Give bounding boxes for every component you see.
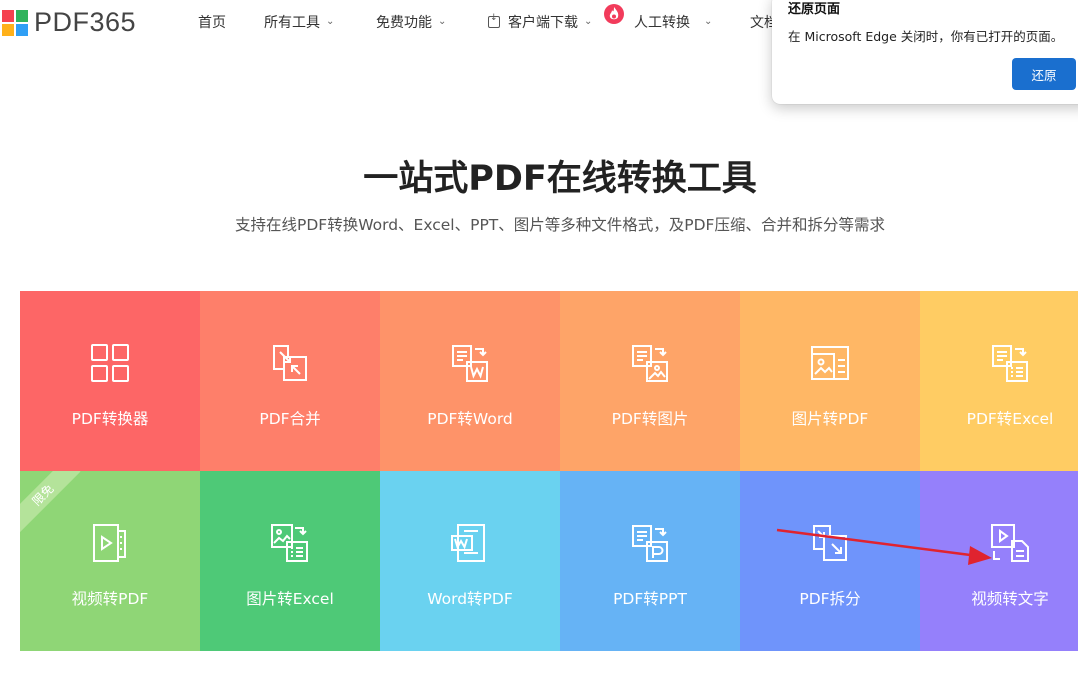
word-to-pdf-icon [451,524,485,562]
restore-button[interactable]: 还原 [1012,58,1076,90]
pdf-to-excel-icon [992,345,1028,382]
tool-label: 图片转PDF [791,410,869,428]
tool-label: 视频转PDF [71,590,149,608]
tool-label: PDF拆分 [799,590,861,608]
nav-all-tools-label: 所有工具 [264,15,320,31]
logo-square [2,23,14,36]
tool-tile-pdf-split[interactable]: PDF拆分 [740,471,920,651]
tool-tile-image-to-pdf[interactable]: 图片转PDF [740,291,920,471]
popup-message: 在 Microsoft Edge 关闭时，你有已打开的页面。 [788,29,1064,44]
logo-square [16,23,28,36]
tool-label: PDF合并 [259,410,321,428]
page-subtitle: 支持在线PDF转换Word、Excel、PPT、图片等多种文件格式，及PDF压缩… [235,216,885,234]
tool-label: PDF转换器 [71,410,149,428]
page-title: 一站式PDF在线转换工具 [363,159,757,199]
chevron-down-icon: ⌄ [438,15,447,27]
video-to-text-icon [991,524,1029,562]
merge-icon [273,345,307,381]
chevron-down-icon: ⌄ [326,15,335,27]
logo-square [2,9,14,22]
logo-square [16,9,28,22]
logo-mark-icon [2,9,28,36]
tool-tile-pdf-to-word[interactable]: PDF转Word [380,291,560,471]
tool-label: PDF转Word [427,410,513,428]
free-badge: 限免 [20,471,81,533]
nav-manual-convert[interactable]: 人工转换 ⌄ [634,12,712,32]
tool-tile-pdf-to-excel[interactable]: PDF转Excel [920,291,1078,471]
tool-grid: PDF转换器 PDF合并 PDF转Word PDF转图片 图片转PDF PDF转… [20,291,1078,651]
popup-title: 还原页面 [788,2,841,17]
nav-home-label: 首页 [198,15,226,31]
tool-tile-word-to-pdf[interactable]: Word转PDF [380,471,560,651]
nav-all-tools[interactable]: 所有工具 ⌄ [264,12,334,32]
pdf-split-icon [813,525,847,561]
tool-label: PDF转图片 [611,410,689,428]
nav-free-features[interactable]: 免费功能 ⌄ [376,12,446,32]
chevron-down-icon: ⌄ [704,15,713,27]
pdf-to-word-icon [452,345,488,382]
tool-label: Word转PDF [427,590,513,608]
nav-client-download-label: 客户端下载 [508,15,578,31]
chevron-down-icon: ⌄ [584,15,593,27]
tool-label: 图片转Excel [246,590,334,608]
image-to-excel-icon [271,524,308,562]
site-logo[interactable]: PDF365 [2,7,136,38]
grid-icon [91,344,129,382]
tool-tile-pdf-converter[interactable]: PDF转换器 [20,291,200,471]
tool-tile-pdf-merge[interactable]: PDF合并 [200,291,380,471]
logo-text: PDF365 [34,7,137,37]
tool-tile-pdf-to-ppt[interactable]: PDF转PPT [560,471,740,651]
flame-icon [604,4,624,24]
tool-label: 视频转文字 [971,590,1049,608]
pdf-to-ppt-icon [632,525,668,562]
tool-label: PDF转Excel [966,410,1054,428]
tool-label: PDF转PPT [613,590,687,608]
tool-tile-video-to-pdf[interactable]: 限免 视频转PDF [20,471,200,651]
tool-tile-video-to-text[interactable]: 视频转文字 [920,471,1078,651]
download-icon [488,13,500,28]
image-to-pdf-icon [811,346,849,380]
tool-tile-image-to-excel[interactable]: 图片转Excel [200,471,380,651]
pdf-to-image-icon [632,345,668,382]
nav-client-download[interactable]: 客户端下载 ⌄ [488,12,592,32]
nav-free-features-label: 免费功能 [376,15,432,31]
tool-tile-pdf-to-image[interactable]: PDF转图片 [560,291,740,471]
nav-home[interactable]: 首页 [198,12,226,32]
nav-manual-convert-label: 人工转换 [634,15,690,31]
edge-restore-popup: 还原页面 在 Microsoft Edge 关闭时，你有已打开的页面。 还原 [772,0,1078,104]
video-to-pdf-icon [93,524,126,562]
